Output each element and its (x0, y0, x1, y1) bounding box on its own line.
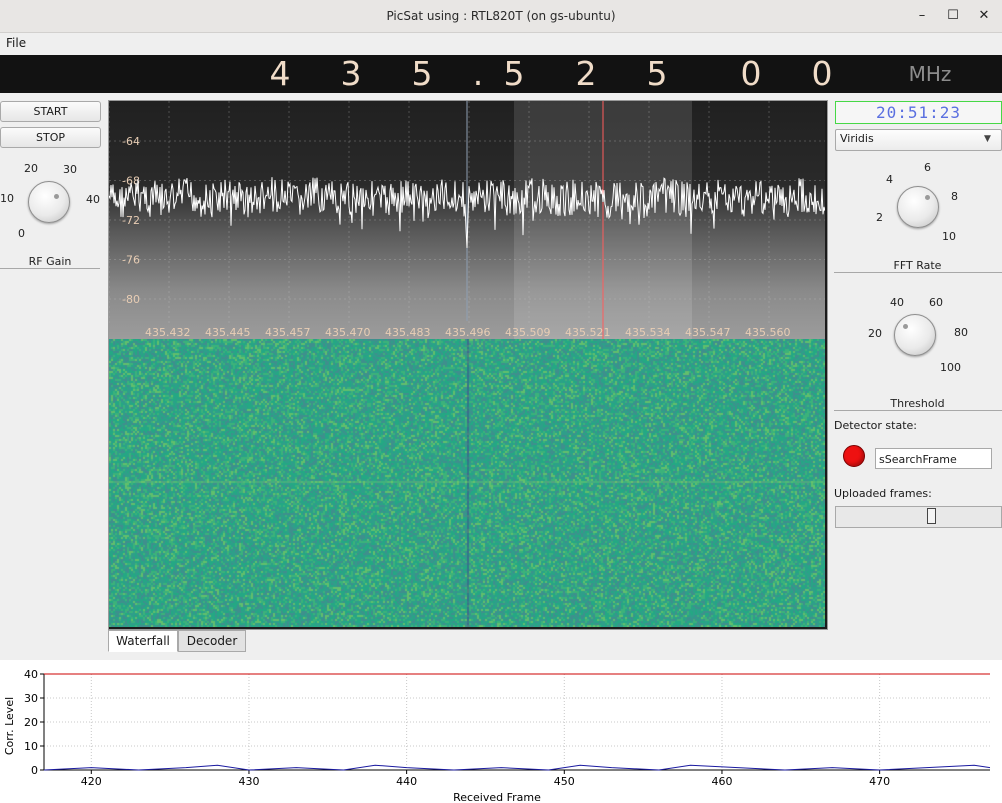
divider (0, 268, 100, 269)
threshold-tick: 40 (890, 296, 904, 309)
fft-rate-tick: 2 (876, 211, 883, 224)
threshold-tick: 100 (940, 361, 961, 374)
rf-gain-tick: 10 (0, 192, 14, 205)
correlation-line (43, 764, 991, 771)
detector-led-icon (843, 445, 865, 467)
threshold-tick: 80 (954, 326, 968, 339)
spectrum-plot[interactable]: -64-68-72-76-80435.432 435.445 435.457 435.… (109, 101, 825, 339)
spectrum-y-tick: -72 (122, 214, 140, 227)
frequency-digit[interactable]: 3 (331, 55, 371, 93)
chart-y-label: Corr. Level (3, 697, 16, 755)
uploaded-frames-indicator (927, 508, 936, 524)
knob-indicator (903, 324, 908, 329)
spectrum-x-tick: 435.547 (685, 326, 731, 339)
rf-gain-knob[interactable] (28, 181, 70, 223)
uploaded-frames-bar (835, 506, 1002, 528)
knob-indicator (925, 195, 930, 200)
spectrum-y-tick: -80 (122, 293, 140, 306)
spectrum-x-tick: 435.496 (445, 326, 491, 339)
frequency-digit[interactable]: 5 (402, 55, 442, 93)
frequency-digit[interactable]: 5 (637, 55, 677, 93)
start-button[interactable]: START (0, 101, 101, 122)
rf-gain-tick: 30 (63, 163, 77, 176)
rf-gain-label: RF Gain (28, 255, 72, 268)
correlation-chart: 420 430 440 450 460 470 0 10 20 30 40 Received Fram… (3, 668, 991, 803)
frequency-decimal-point: . (472, 54, 484, 93)
stop-button[interactable]: STOP (0, 127, 101, 148)
colormap-value: Viridis (840, 132, 874, 145)
threshold-label: Threshold (890, 397, 945, 410)
chart-x-tick-label: 470 (869, 775, 890, 788)
chevron-down-icon: ▼ (984, 134, 991, 144)
spectrum-x-tick: 435.509 (505, 326, 551, 339)
fft-rate-tick: 6 (924, 161, 931, 174)
chart-x-tick-label: 450 (554, 775, 575, 788)
maximize-button[interactable]: ☐ (943, 6, 963, 26)
spectrum-y-tick: -64 (122, 135, 140, 148)
tab-waterfall[interactable]: Waterfall (108, 630, 178, 652)
frequency-digit[interactable]: 5 (494, 55, 534, 93)
utc-clock: 20:51:23 (835, 101, 1002, 124)
divider (834, 410, 1002, 411)
fft-rate-tick: 8 (951, 190, 958, 203)
frequency-digit[interactable]: 2 (566, 55, 606, 93)
spectrum-y-tick: -76 (122, 254, 140, 267)
frequency-digit[interactable]: 0 (731, 55, 771, 93)
window-title: PicSat using : RTL820T (on gs-ubuntu) (386, 9, 616, 23)
detector-state-label: Detector state: (834, 419, 917, 432)
menu-bar (0, 33, 1002, 53)
knob-indicator (54, 194, 59, 199)
spectrum-x-tick: 435.483 (385, 326, 431, 339)
chart-y-tick-label: 20 (24, 716, 38, 729)
tab-decoder[interactable]: Decoder (178, 630, 246, 652)
detector-state-field: sSearchFrame (875, 448, 992, 469)
threshold-tick: 20 (868, 327, 882, 340)
divider (834, 272, 1002, 273)
frequency-unit: MHz (908, 62, 952, 86)
frequency-digit[interactable]: 4 (260, 55, 300, 93)
menu-file[interactable]: File (6, 36, 26, 50)
threshold-knob[interactable] (894, 314, 936, 356)
spectrum-x-tick: 435.445 (205, 326, 251, 339)
chart-x-tick-label: 440 (396, 775, 417, 788)
spectrum-x-tick: 435.560 (745, 326, 791, 339)
spectrum-x-tick: 435.432 (145, 326, 191, 339)
threshold-tick: 60 (929, 296, 943, 309)
chart-x-tick-label: 430 (238, 775, 259, 788)
chart-y-tick-label: 40 (24, 668, 38, 681)
chart-x-tick-label: 460 (711, 775, 732, 788)
fft-rate-tick: 10 (942, 230, 956, 243)
chart-y-tick-label: 10 (24, 740, 38, 753)
fft-rate-tick: 4 (886, 173, 893, 186)
uploaded-frames-label: Uploaded frames: (834, 487, 932, 500)
chart-y-tick-label: 30 (24, 692, 38, 705)
chart-x-tick-label: 420 (81, 775, 102, 788)
chart-x-label: Received Frame (453, 791, 541, 803)
spectrum-x-tick: 435.534 (625, 326, 671, 339)
frequency-digit[interactable]: 0 (802, 55, 842, 93)
spectrum-x-tick: 435.521 (565, 326, 611, 339)
spectrum-x-tick: 435.457 (265, 326, 311, 339)
rf-gain-tick: 20 (24, 162, 38, 175)
rf-gain-tick: 40 (86, 193, 100, 206)
fft-rate-label: FFT Rate (893, 259, 942, 272)
fft-rate-knob[interactable] (897, 186, 939, 228)
chart-y-tick-label: 0 (31, 764, 38, 777)
waterfall-display[interactable] (109, 339, 825, 627)
minimize-button[interactable]: – (912, 6, 932, 26)
rf-gain-tick: 0 (18, 227, 25, 240)
close-button[interactable]: ✕ (974, 6, 994, 26)
spectrum-x-tick: 435.470 (325, 326, 371, 339)
